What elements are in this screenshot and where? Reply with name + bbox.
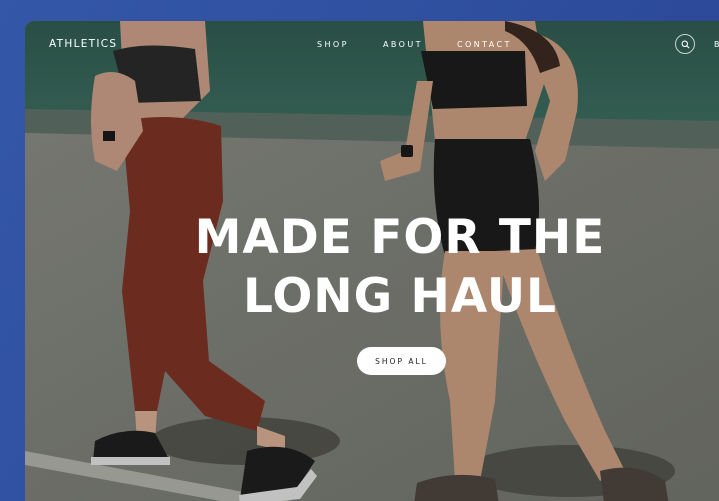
nav-item-about[interactable]: ABOUT (383, 40, 423, 49)
brand-logo[interactable]: ATHLETICS (49, 38, 117, 50)
nav-item-shop[interactable]: SHOP (317, 40, 349, 49)
hero-section: ATHLETICS SHOP ABOUT CONTACT B MADE FOR … (25, 21, 719, 501)
hero-heading-line-1: MADE FOR THE (194, 210, 606, 265)
nav-item-cut-off[interactable]: B (714, 40, 719, 49)
search-button[interactable] (675, 34, 695, 54)
top-navigation: ATHLETICS SHOP ABOUT CONTACT B (25, 21, 719, 69)
search-icon (681, 40, 690, 49)
hero-heading-line-2: LONG HAUL (243, 269, 557, 324)
shop-all-button[interactable]: SHOP ALL (357, 347, 446, 375)
nav-item-contact[interactable]: CONTACT (457, 40, 512, 49)
